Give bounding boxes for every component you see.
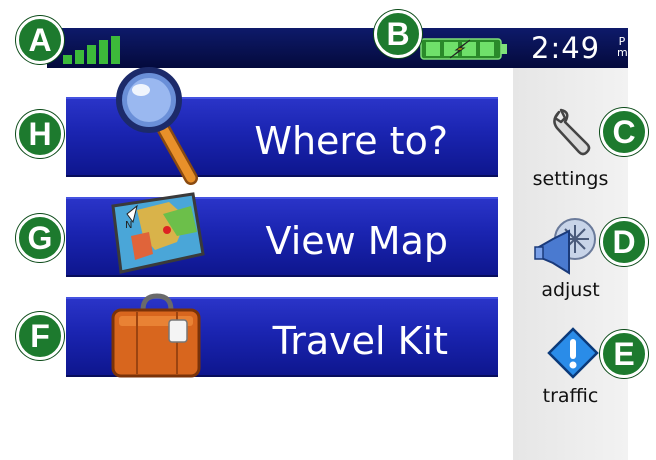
callout-a: A (16, 16, 64, 64)
device-screen: 2:49 P m Where to? View Map Travel Kit N (47, 28, 628, 460)
callout-c: C (600, 108, 648, 156)
suitcase-icon (111, 293, 201, 378)
where-to-label: Where to? (254, 119, 448, 163)
callout-h: H (16, 110, 64, 158)
clock-am-pm: P m (617, 36, 628, 59)
clock-am-pm-bottom: m (617, 46, 628, 59)
speaker-icon (534, 218, 596, 275)
battery-charging-icon (420, 38, 507, 60)
map-icon: N (111, 192, 205, 274)
view-map-label: View Map (265, 219, 448, 263)
wrench-icon (553, 108, 591, 156)
traffic-label: traffic (542, 385, 599, 407)
travel-kit-label: Travel Kit (272, 319, 448, 363)
svg-text:N: N (125, 220, 132, 231)
signal-bars-icon (63, 36, 120, 64)
callout-g: G (16, 214, 64, 262)
callout-d: D (600, 218, 648, 266)
callout-f: F (16, 312, 64, 360)
callout-b: B (374, 10, 422, 58)
traffic-warning-icon (547, 327, 599, 379)
callout-e: E (600, 330, 648, 378)
adjust-label: adjust (541, 279, 600, 301)
settings-label: settings (532, 168, 609, 190)
status-bar: 2:49 P m (47, 28, 628, 68)
clock-time: 2:49 (531, 31, 601, 65)
magnifying-glass-icon (116, 67, 198, 185)
